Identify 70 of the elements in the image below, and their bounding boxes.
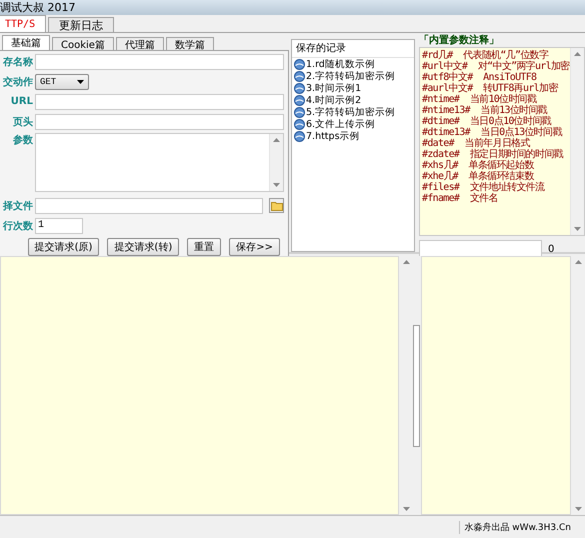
- globe-icon: [294, 82, 305, 94]
- globe-icon: [294, 58, 305, 70]
- field-label: 行次数: [2, 220, 33, 232]
- field-label: 择文件: [2, 200, 33, 212]
- field-label: URL: [10, 96, 33, 107]
- record-item[interactable]: 2.字符转码加密示例: [292, 70, 414, 82]
- field-label: 存名称: [2, 56, 33, 68]
- records-header: 保存的记录: [292, 40, 414, 58]
- caret-icon: [77, 80, 84, 84]
- note-line: #date# 当前年月日格式: [422, 138, 531, 149]
- scroll-down-icon[interactable]: [402, 507, 410, 511]
- note-line: #ntime# 当前10位时间戳: [422, 94, 537, 105]
- splitter-handle[interactable]: [413, 324, 420, 446]
- input-field[interactable]: [419, 240, 542, 258]
- record-item[interactable]: 1.rd随机数示例: [292, 58, 414, 70]
- note-line: #xhe几# 单条循环结束数: [422, 171, 534, 182]
- record-item[interactable]: 6.文件上传示例: [292, 118, 414, 130]
- method-dropdown[interactable]: GET: [35, 74, 89, 90]
- record-item[interactable]: 4.时间示例2: [292, 94, 414, 106]
- record-item[interactable]: 5.字符转码加密示例: [292, 106, 414, 118]
- scroll-down-icon[interactable]: [574, 227, 581, 231]
- scroll-up-icon[interactable]: [574, 52, 581, 56]
- count-label: 0: [548, 244, 554, 254]
- record-item[interactable]: 3.时间示例1: [292, 82, 414, 94]
- globe-icon: [294, 70, 305, 82]
- record-item[interactable]: 7.https示例: [292, 130, 414, 142]
- input-field[interactable]: 1: [35, 218, 83, 234]
- field-label: 交动作: [2, 75, 33, 88]
- tab[interactable]: 基础篇: [2, 35, 50, 50]
- tab[interactable]: TTP/S: [0, 15, 46, 32]
- scroll-down-icon[interactable]: [273, 183, 280, 187]
- note-line: #zdate# 指定日期时间的时间戳: [422, 149, 564, 160]
- field-label: 参数: [12, 134, 33, 147]
- action-button[interactable]: 重置: [187, 238, 222, 256]
- window-title: 调试大叔 2017: [0, 0, 76, 15]
- globe-icon: [294, 130, 305, 142]
- note-line: #utf8中文# AnsiToUTF8: [422, 72, 538, 83]
- scroll-up-icon[interactable]: [574, 260, 582, 264]
- globe-icon: [294, 94, 305, 106]
- note-line: #ntime13# 当前13位时间戳: [422, 105, 548, 116]
- note-line: #xhs几# 单条循环起始数: [422, 160, 535, 171]
- input-field[interactable]: [35, 54, 284, 70]
- scroll-up-icon[interactable]: [273, 138, 280, 142]
- tab[interactable]: Cookie篇: [52, 37, 114, 50]
- note-line: #aurl中文# 转UTF8再url加密: [422, 83, 560, 94]
- field-label: 页头: [12, 116, 33, 128]
- note-line: #dtime13# 当日0点13位时间戳: [422, 127, 564, 138]
- note-line: #files# 文件地址转文件流: [422, 182, 546, 193]
- input-field[interactable]: [35, 114, 284, 130]
- browse-button[interactable]: [269, 198, 284, 213]
- action-button[interactable]: 保存>>: [229, 238, 280, 256]
- note-line: #fname# 文件名: [422, 193, 499, 204]
- action-button[interactable]: 提交请求(转): [107, 238, 180, 256]
- params-field[interactable]: [35, 133, 284, 192]
- file-path-field[interactable]: [35, 198, 263, 214]
- note-line: #url中文# 对“中文”两字url加密: [422, 61, 570, 72]
- note-line: #dtime# 当日0点10位时间戳: [422, 116, 552, 127]
- notes-title: 「内置参数注释」: [419, 35, 500, 47]
- note-line: #rd几# 代表随机“几”位数字: [422, 50, 550, 61]
- credit-text: 水淼舟出品 wWw.3H3.Cn: [459, 520, 571, 534]
- folder-icon: [270, 200, 282, 210]
- globe-icon: [294, 118, 305, 130]
- tab[interactable]: 更新日志: [48, 17, 114, 32]
- scroll-up-icon[interactable]: [402, 260, 410, 264]
- input-field[interactable]: [35, 94, 284, 110]
- scroll-down-icon[interactable]: [574, 507, 582, 511]
- tab[interactable]: 数学篇: [166, 37, 214, 50]
- tab[interactable]: 代理篇: [116, 37, 164, 50]
- globe-icon: [294, 106, 305, 118]
- action-button[interactable]: 提交请求(原): [28, 238, 100, 256]
